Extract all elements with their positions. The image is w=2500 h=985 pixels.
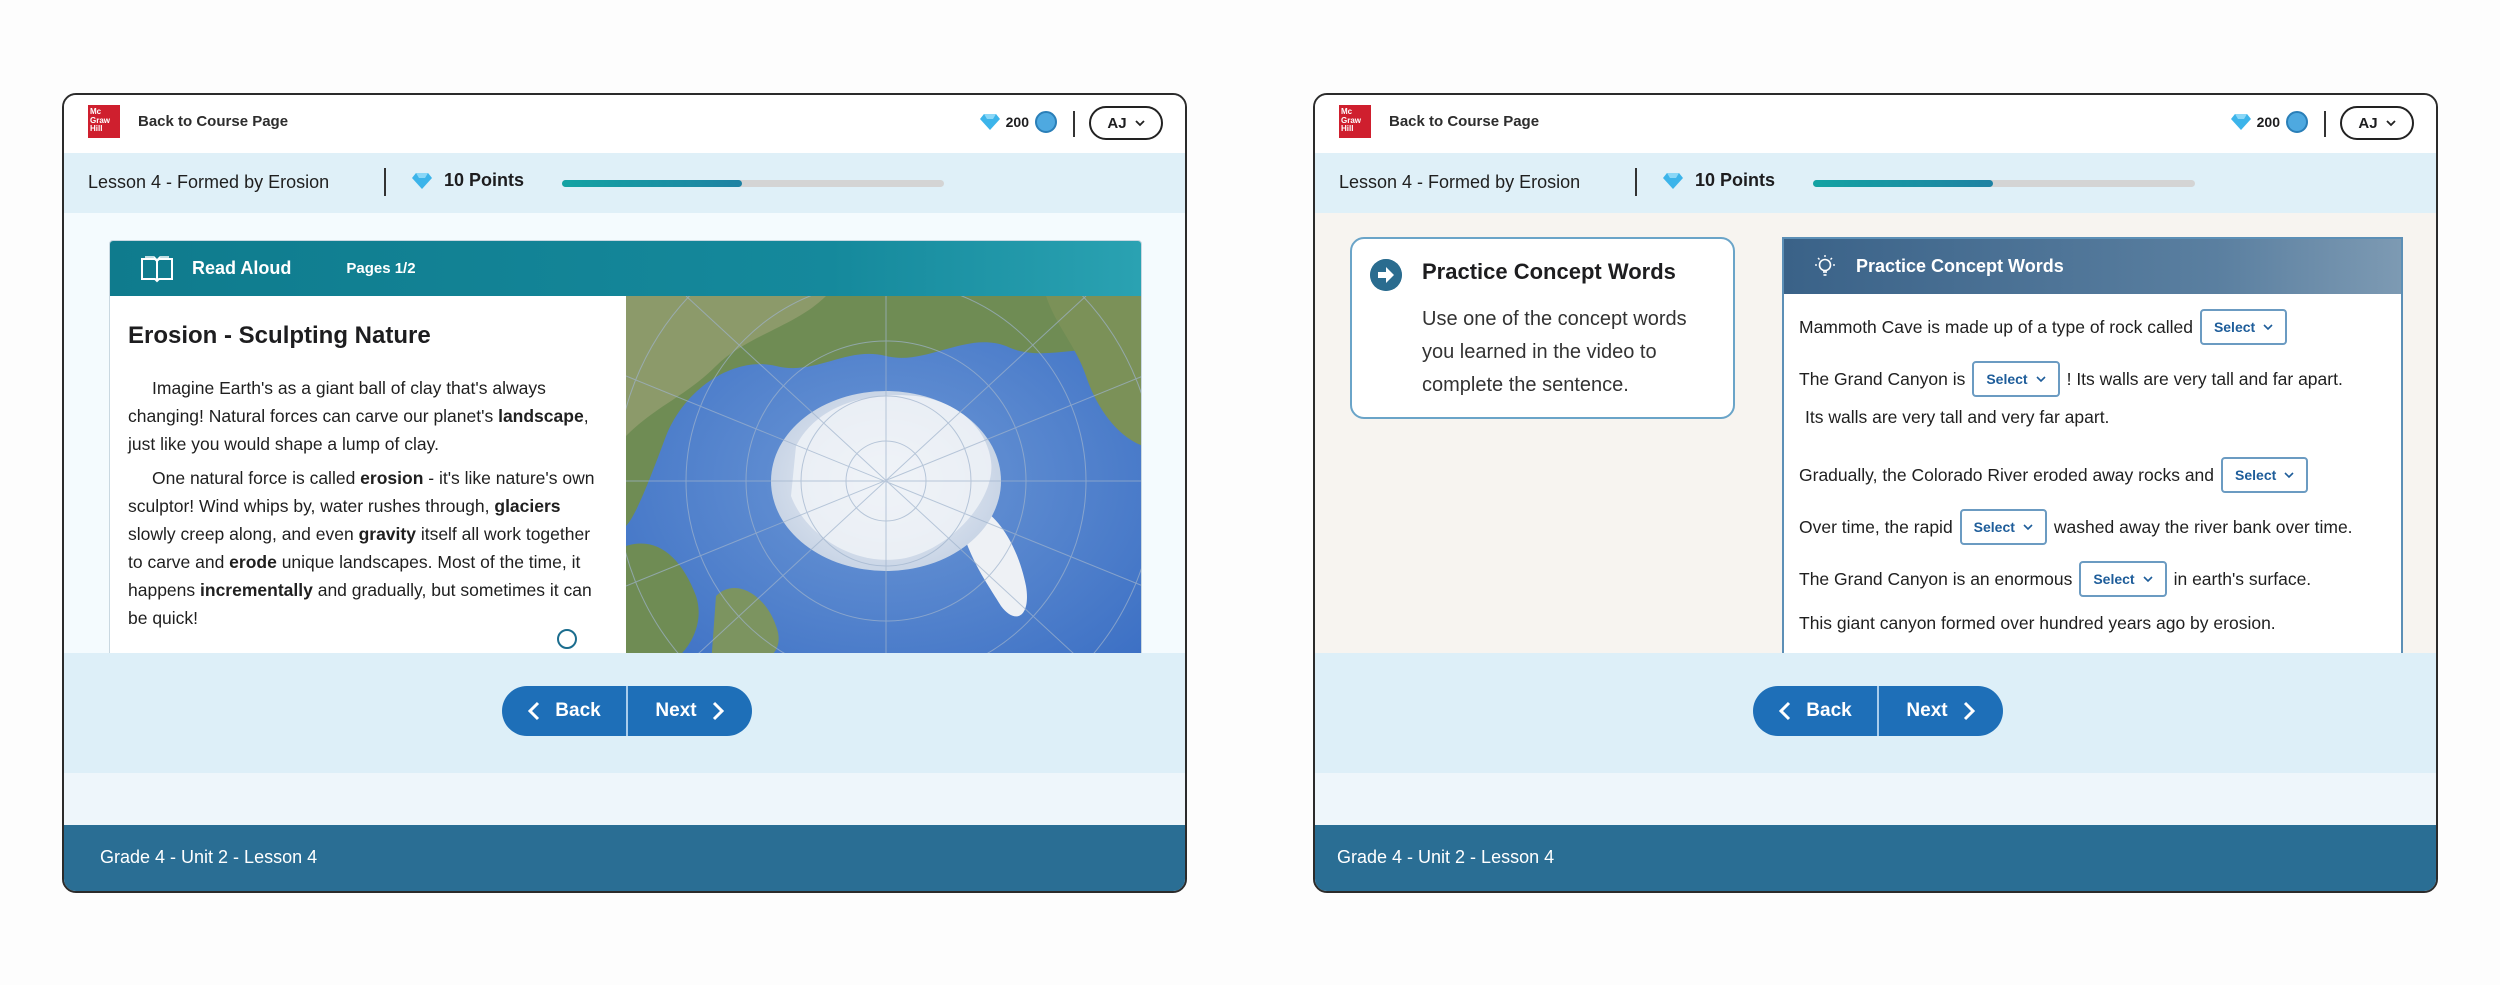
nav-button-group: Back Next [1753,686,2003,736]
question-2: The Grand Canyon is Select ! Its walls a… [1799,361,2343,397]
concept-title: Practice Concept Words [1422,259,1676,284]
chevron-down-icon [1134,120,1145,127]
content-area: Practice Concept Words Use one of the co… [1315,213,2436,662]
arrow-right-circle-icon [1370,259,1402,291]
lesson-bar: Lesson 4 - Formed by Erosion 10 Points [64,153,1185,213]
footer-label: Grade 4 - Unit 2 - Lesson 4 [100,847,318,867]
practice-header: Practice Concept Words [1784,239,2401,294]
chevron-down-icon [2143,576,2153,583]
back-to-course-link[interactable]: Back to Course Page [1389,113,1539,130]
points-label: 10 Points [444,170,525,190]
book-icon [141,255,173,282]
gem-icon [1663,172,1683,189]
lesson-title: Lesson 4 - Formed by Erosion [1339,172,1581,192]
question-5: Over time, the rapid Select washed away … [1799,509,2353,545]
read-aloud-card: Read Aloud Pages 1/2 Erosion - Sculpting… [109,240,1142,664]
question-4: Gradually, the Colorado River eroded awa… [1799,457,2315,493]
gem-counter: 200 [2230,111,2308,133]
user-initials: AJ [2358,114,2378,132]
practice-title: Practice Concept Words [1856,256,2064,276]
avatar-icon [2286,111,2308,133]
concept-instructions: Use one of the concept words you learned… [1422,308,1687,396]
reading-title: Erosion - Sculpting Nature [128,322,431,349]
gem-icon [979,114,1000,130]
audio-indicator-icon[interactable] [557,629,577,649]
chevron-down-icon [2284,472,2294,479]
lesson-progress-bar [1813,180,2195,187]
answer-select[interactable]: Select [2221,457,2309,493]
nav-button-group: Back Next [502,686,752,736]
chevron-right-icon [712,701,724,721]
footer: Grade 4 - Unit 2 - Lesson 4 [64,825,1185,891]
navigation-bar: Back Next [64,653,1185,773]
answer-select[interactable]: Select [2199,309,2288,345]
gem-counter: 200 [979,111,1057,133]
next-label: Next [655,700,697,721]
top-bar: Mc Graw Hill Back to Course Page 200 AJ [64,95,1185,153]
chevron-left-icon [528,701,540,721]
back-button[interactable]: Back [502,686,626,736]
lesson-progress-bar [562,180,944,187]
points-label: 10 Points [1695,170,1776,190]
footer-label: Grade 4 - Unit 2 - Lesson 4 [1337,847,1555,867]
practice-panel: Practice Concept Words Mammoth Cave is m… [1782,237,2403,662]
next-label: Next [1906,700,1948,721]
chevron-down-icon [2023,524,2033,531]
divider [1635,168,1637,196]
chevron-right-icon [1963,701,1975,721]
answer-select[interactable]: Select [1959,509,2047,545]
divider [1073,111,1075,137]
user-menu-button[interactable]: AJ [2340,106,2414,140]
concept-instructions-card: Practice Concept Words Use one of the co… [1350,237,1735,419]
reading-text: Erosion - Sculpting Nature Imagine Earth… [110,296,626,663]
back-button[interactable]: Back [1753,686,1877,736]
back-label: Back [555,700,601,721]
divider [384,168,386,196]
arctic-map-image [626,296,1141,663]
user-initials: AJ [1107,114,1127,132]
paragraph: One natural force is called erosion - it… [128,468,595,628]
question-6: The Grand Canyon is an enormous Select i… [1799,561,2311,597]
gem-icon [412,172,432,189]
user-menu-button[interactable]: AJ [1089,106,1163,140]
footer: Grade 4 - Unit 2 - Lesson 4 [1315,825,2436,891]
avatar-icon [1035,111,1057,133]
back-to-course-link[interactable]: Back to Course Page [138,113,288,130]
reading-screen: Mc Graw Hill Back to Course Page 200 AJ Le… [62,93,1187,893]
answer-select[interactable]: Select [1972,361,2060,397]
chevron-down-icon [2263,324,2273,331]
top-bar: Mc Graw Hill Back to Course Page 200 AJ [1315,95,2436,153]
lesson-title: Lesson 4 - Formed by Erosion [88,172,330,192]
practice-screen: Mc Graw Hill Back to Course Page 200 AJ Le… [1313,93,2438,893]
divider [2324,111,2326,137]
gem-count: 200 [2256,114,2280,130]
lightbulb-icon [1815,254,1835,276]
content-area: Read Aloud Pages 1/2 Erosion - Sculpting… [64,213,1185,664]
question-1: Mammoth Cave is made up of a type of roc… [1799,309,2294,345]
chevron-down-icon [2385,120,2396,127]
answer-select[interactable]: Select [2079,561,2167,597]
lesson-bar: Lesson 4 - Formed by Erosion 10 Points [1315,153,2436,213]
points-badge: 10 Points [412,170,524,191]
question-7: This giant canyon formed over hundred ye… [1799,613,2276,633]
page-indicator: Pages 1/2 [346,260,416,277]
read-aloud-header: Read Aloud Pages 1/2 [110,241,1141,296]
next-button[interactable]: Next [1877,686,2003,736]
gem-icon [2230,114,2251,130]
chevron-down-icon [2036,376,2046,383]
next-button[interactable]: Next [626,686,752,736]
chevron-left-icon [1779,701,1791,721]
lesson-progress-fill [562,180,742,187]
mcgraw-hill-logo: Mc Graw Hill [88,105,120,138]
gem-count: 200 [1005,114,1029,130]
back-label: Back [1806,700,1852,721]
points-badge: 10 Points [1663,170,1775,191]
paragraph: Imagine Earth's as a giant ball of clay … [128,378,589,454]
read-aloud-label: Read Aloud [192,258,292,278]
lesson-progress-fill [1813,180,1993,187]
question-3: Its walls are very tall and very far apa… [1805,407,2110,427]
mcgraw-hill-logo: Mc Graw Hill [1339,105,1371,138]
navigation-bar: Back Next [1315,653,2436,773]
